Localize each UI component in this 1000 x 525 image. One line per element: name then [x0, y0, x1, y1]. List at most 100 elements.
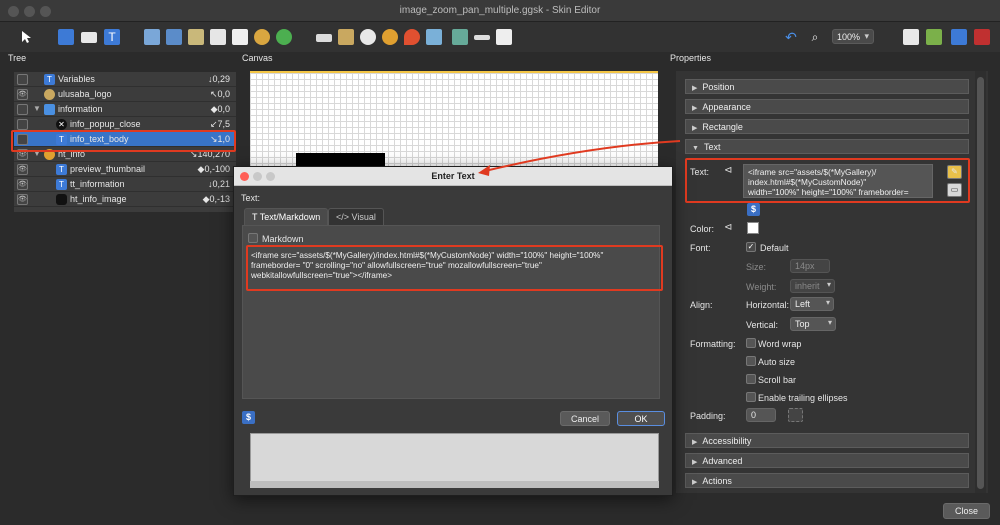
- ok-button[interactable]: OK: [617, 411, 665, 426]
- tree-item-label: tt_information: [70, 179, 125, 189]
- tree-item-label: Variables: [58, 74, 95, 84]
- tree-row-information[interactable]: ▼ information ◆0,0: [14, 102, 236, 117]
- group-position[interactable]: ▶ Position: [685, 79, 969, 94]
- code-tool-icon[interactable]: [496, 29, 512, 45]
- visibility-toggle[interactable]: [17, 104, 28, 115]
- horizontal-align-select[interactable]: Left: [790, 297, 834, 311]
- visibility-toggle[interactable]: 👁: [17, 194, 28, 205]
- tab-visual[interactable]: </> Visual: [328, 208, 384, 225]
- word-wrap-label: Word wrap: [758, 339, 802, 349]
- variable-button[interactable]: $: [242, 411, 255, 424]
- group-label: Accessibility: [702, 436, 752, 446]
- scrollbar-thumb[interactable]: [977, 77, 984, 489]
- expand-arrow-icon[interactable]: ▼: [33, 104, 41, 113]
- ellipses-checkbox[interactable]: [746, 392, 756, 402]
- tab-text-markdown[interactable]: T Text/Markdown: [244, 208, 329, 225]
- tree-item-label: ht_info_image: [70, 194, 127, 204]
- group-advanced[interactable]: ▶ Advanced: [685, 453, 969, 468]
- radar-tool-icon[interactable]: [382, 29, 398, 45]
- svg-tool-icon[interactable]: [210, 29, 226, 45]
- image-tool-icon[interactable]: [144, 29, 160, 45]
- translate-icon[interactable]: [951, 29, 967, 45]
- folder-icon[interactable]: [58, 29, 74, 45]
- cancel-button[interactable]: Cancel: [560, 411, 610, 426]
- share-node-icon[interactable]: ⊲: [724, 222, 732, 233]
- dialog-minimize-button[interactable]: [253, 172, 262, 181]
- text-prop-highlight: [685, 158, 970, 203]
- tree-row-ulusaba-logo[interactable]: 👁 ulusaba_logo ↖0,0: [14, 87, 236, 102]
- dialog-close-button[interactable]: [240, 172, 249, 181]
- group-actions[interactable]: ▶ Actions: [685, 473, 969, 488]
- tab-label: Text/Markdown: [259, 212, 321, 222]
- group-accessibility[interactable]: ▶ Accessibility: [685, 433, 969, 448]
- formatting-prop-label: Formatting:: [690, 339, 736, 349]
- tab-label: Visual: [351, 212, 376, 222]
- canvas-element[interactable]: [296, 153, 385, 167]
- visibility-toggle[interactable]: 👁: [17, 179, 28, 190]
- collapsed-arrow-icon: ▶: [692, 459, 698, 466]
- visibility-toggle[interactable]: [17, 119, 28, 130]
- tree-selection-highlight: [11, 130, 236, 152]
- button-tool-icon[interactable]: [188, 29, 204, 45]
- preview-icon[interactable]: [903, 29, 919, 45]
- group-rectangle[interactable]: ▶ Rectangle: [685, 119, 969, 134]
- select-tool-icon[interactable]: [18, 29, 34, 45]
- padding-input[interactable]: 0: [746, 408, 776, 422]
- word-wrap-checkbox[interactable]: [746, 338, 756, 348]
- canvas[interactable]: [250, 71, 658, 171]
- pin-tool-icon[interactable]: [404, 29, 420, 45]
- visibility-toggle[interactable]: [17, 74, 28, 85]
- properties-scrollbar[interactable]: [975, 71, 986, 493]
- visibility-toggle[interactable]: 👁: [17, 89, 28, 100]
- tree-row-tt-information[interactable]: 👁 T tt_information ↓0,21: [14, 177, 236, 192]
- weight-select[interactable]: inherit: [790, 279, 835, 293]
- output-icon[interactable]: [926, 29, 942, 45]
- tree-item-label: ulusaba_logo: [58, 89, 112, 99]
- collapsed-arrow-icon: ▶: [692, 479, 698, 486]
- tree-item-label: preview_thumbnail: [70, 164, 146, 174]
- preview-scrollbar[interactable]: [250, 481, 659, 488]
- zoom-icon[interactable]: ⌕: [807, 29, 823, 45]
- vertical-align-select[interactable]: Top: [790, 317, 836, 331]
- tree-row-variables[interactable]: T Variables ↓0,29: [14, 72, 236, 87]
- close-button[interactable]: Close: [943, 503, 990, 519]
- pdf-tool-icon[interactable]: [232, 29, 248, 45]
- size-input[interactable]: 14px: [790, 259, 830, 273]
- color-prop-label: Color:: [690, 224, 715, 234]
- tree-row-preview-thumbnail[interactable]: 👁 T preview_thumbnail ◆0,-100: [14, 162, 236, 177]
- color-swatch[interactable]: [747, 222, 759, 234]
- scrollbar-tool-icon[interactable]: [316, 34, 332, 42]
- globe-tool-icon[interactable]: [276, 29, 292, 45]
- group-appearance[interactable]: ▶ Appearance: [685, 99, 969, 114]
- markdown-checkbox[interactable]: [248, 233, 258, 243]
- default-font-checkbox[interactable]: ✓: [746, 242, 756, 252]
- video-tool-icon[interactable]: [452, 29, 468, 45]
- dialog-zoom-button[interactable]: [266, 172, 275, 181]
- markdown-label: Markdown: [262, 234, 304, 244]
- variable-button[interactable]: $: [747, 203, 760, 216]
- group-text[interactable]: ▼ Text: [685, 139, 969, 154]
- align-prop-label: Align:: [690, 300, 713, 310]
- text-tool-icon[interactable]: T: [104, 29, 120, 45]
- image-icon: [56, 194, 67, 205]
- text-preview: [250, 433, 659, 488]
- scroll-bar-checkbox[interactable]: [746, 374, 756, 384]
- grid-tool-icon[interactable]: [338, 29, 354, 45]
- map-tool-icon[interactable]: [254, 29, 270, 45]
- slider-tool-icon[interactable]: [474, 35, 490, 40]
- zoom-select[interactable]: 100%: [832, 29, 874, 44]
- visibility-toggle[interactable]: 👁: [17, 164, 28, 175]
- padding-sides-icon[interactable]: [788, 408, 803, 422]
- app-icon[interactable]: [974, 29, 990, 45]
- vertical-label: Vertical:: [746, 320, 779, 330]
- rectangle-tool-icon[interactable]: [81, 32, 97, 43]
- auto-size-checkbox[interactable]: [746, 356, 756, 366]
- undo-icon[interactable]: ↶: [783, 29, 799, 45]
- compass-tool-icon[interactable]: [360, 29, 376, 45]
- dialog-title: Enter Text: [234, 167, 672, 186]
- photo-tool-icon[interactable]: [426, 29, 442, 45]
- collapsed-arrow-icon: ▶: [692, 125, 698, 132]
- dialog-text-label: Text:: [241, 193, 261, 203]
- hotspot-tool-icon[interactable]: [166, 29, 182, 45]
- tree-row-ht-info-image[interactable]: 👁 ht_info_image ◆0,-13: [14, 192, 236, 207]
